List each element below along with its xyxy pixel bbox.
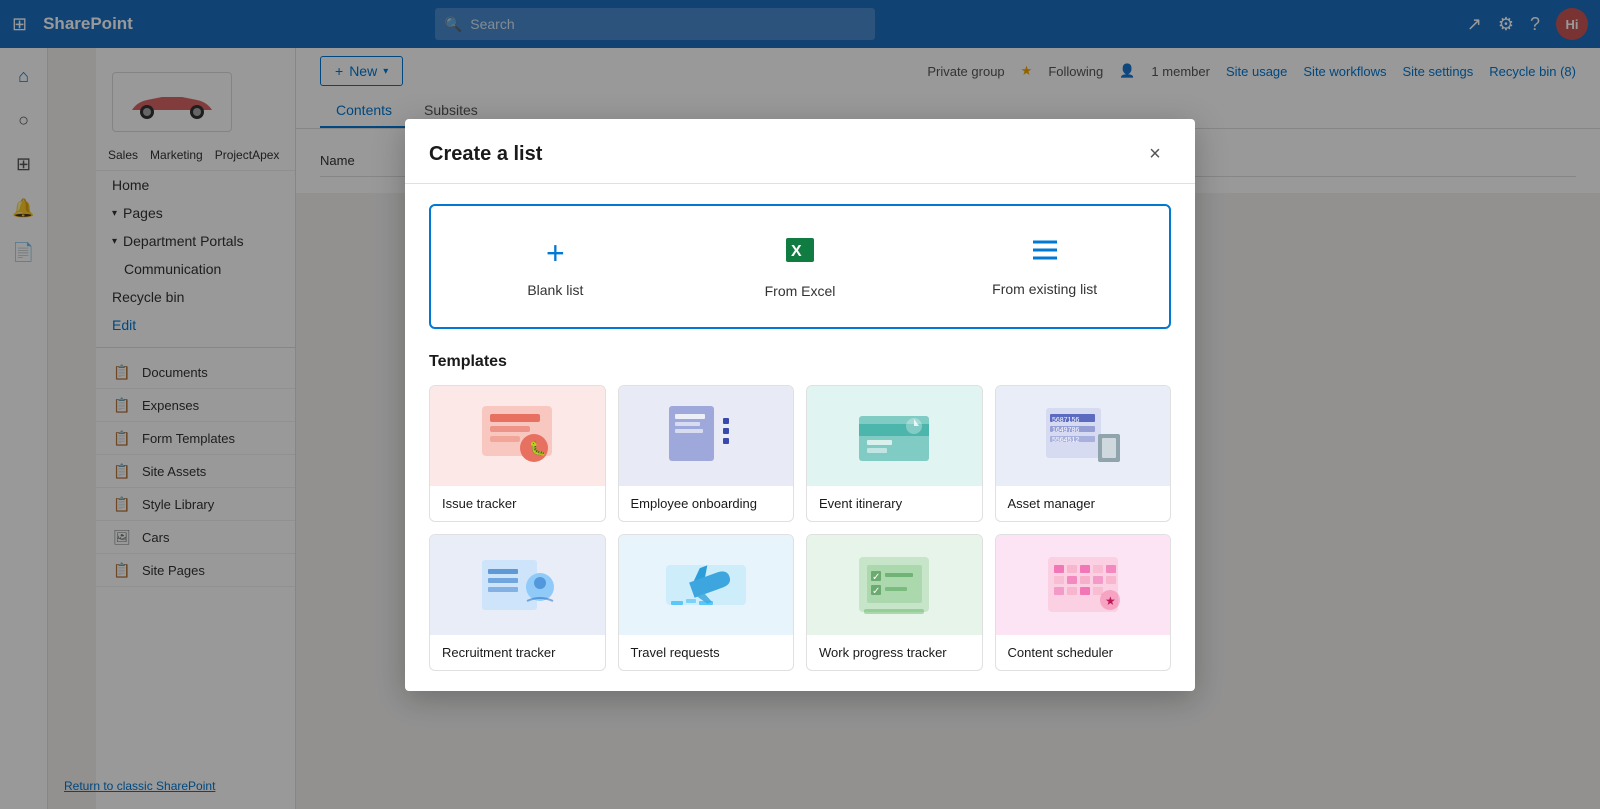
event-itinerary-label: Event itinerary <box>807 486 982 521</box>
recruitment-tracker-label: Recruitment tracker <box>430 635 605 670</box>
svg-text:✓: ✓ <box>872 586 880 597</box>
template-content-scheduler[interactable]: ★ Content scheduler <box>995 534 1172 671</box>
list-icon <box>1029 236 1061 271</box>
svg-text:5564512: 5564512 <box>1052 437 1079 444</box>
issue-tracker-thumb: 🐛 <box>430 386 605 486</box>
svg-text:★: ★ <box>1105 594 1116 608</box>
excel-icon: X <box>784 234 816 273</box>
template-asset-manager[interactable]: 5687156 1649786 5564512 Asset manager <box>995 385 1172 522</box>
from-existing-label: From existing list <box>992 281 1097 297</box>
template-travel-requests[interactable]: Travel requests <box>618 534 795 671</box>
content-scheduler-label: Content scheduler <box>996 635 1171 670</box>
template-work-progress[interactable]: ✓ ✓ Work progress tracker <box>806 534 983 671</box>
blank-list-icon: + <box>546 235 565 272</box>
modal-header: Create a list × <box>405 119 1195 184</box>
travel-requests-thumb <box>619 535 794 635</box>
content-scheduler-thumb: ★ <box>996 535 1171 635</box>
svg-text:🐛: 🐛 <box>529 440 546 457</box>
templates-title: Templates <box>429 353 1171 371</box>
modal-title: Create a list <box>429 143 542 166</box>
blank-list-option[interactable]: + Blank list <box>439 214 672 319</box>
from-existing-option[interactable]: From existing list <box>928 214 1161 319</box>
svg-text:X: X <box>791 243 802 260</box>
blank-list-label: Blank list <box>527 282 583 298</box>
modal-overlay[interactable]: Create a list × + Blank list X From <box>0 0 1600 809</box>
modal-close-button[interactable]: × <box>1139 139 1171 171</box>
create-options-row: + Blank list X From Excel <box>429 204 1171 329</box>
template-employee-onboarding[interactable]: Employee onboarding <box>618 385 795 522</box>
svg-text:5687156: 5687156 <box>1052 417 1079 424</box>
issue-tracker-label: Issue tracker <box>430 486 605 521</box>
modal-body: + Blank list X From Excel <box>405 184 1195 691</box>
work-progress-thumb: ✓ ✓ <box>807 535 982 635</box>
travel-requests-label: Travel requests <box>619 635 794 670</box>
from-excel-label: From Excel <box>765 283 836 299</box>
svg-text:1649786: 1649786 <box>1052 427 1079 434</box>
template-event-itinerary[interactable]: Event itinerary <box>806 385 983 522</box>
employee-onboarding-label: Employee onboarding <box>619 486 794 521</box>
svg-text:✓: ✓ <box>872 572 880 583</box>
recruitment-tracker-thumb <box>430 535 605 635</box>
asset-manager-thumb: 5687156 1649786 5564512 <box>996 386 1171 486</box>
from-excel-option[interactable]: X From Excel <box>684 214 917 319</box>
employee-onboarding-thumb <box>619 386 794 486</box>
work-progress-label: Work progress tracker <box>807 635 982 670</box>
event-itinerary-thumb <box>807 386 982 486</box>
templates-grid: 🐛 Issue tracker <box>429 385 1171 671</box>
template-recruitment-tracker[interactable]: Recruitment tracker <box>429 534 606 671</box>
create-list-modal: Create a list × + Blank list X From <box>405 119 1195 691</box>
template-issue-tracker[interactable]: 🐛 Issue tracker <box>429 385 606 522</box>
asset-manager-label: Asset manager <box>996 486 1171 521</box>
